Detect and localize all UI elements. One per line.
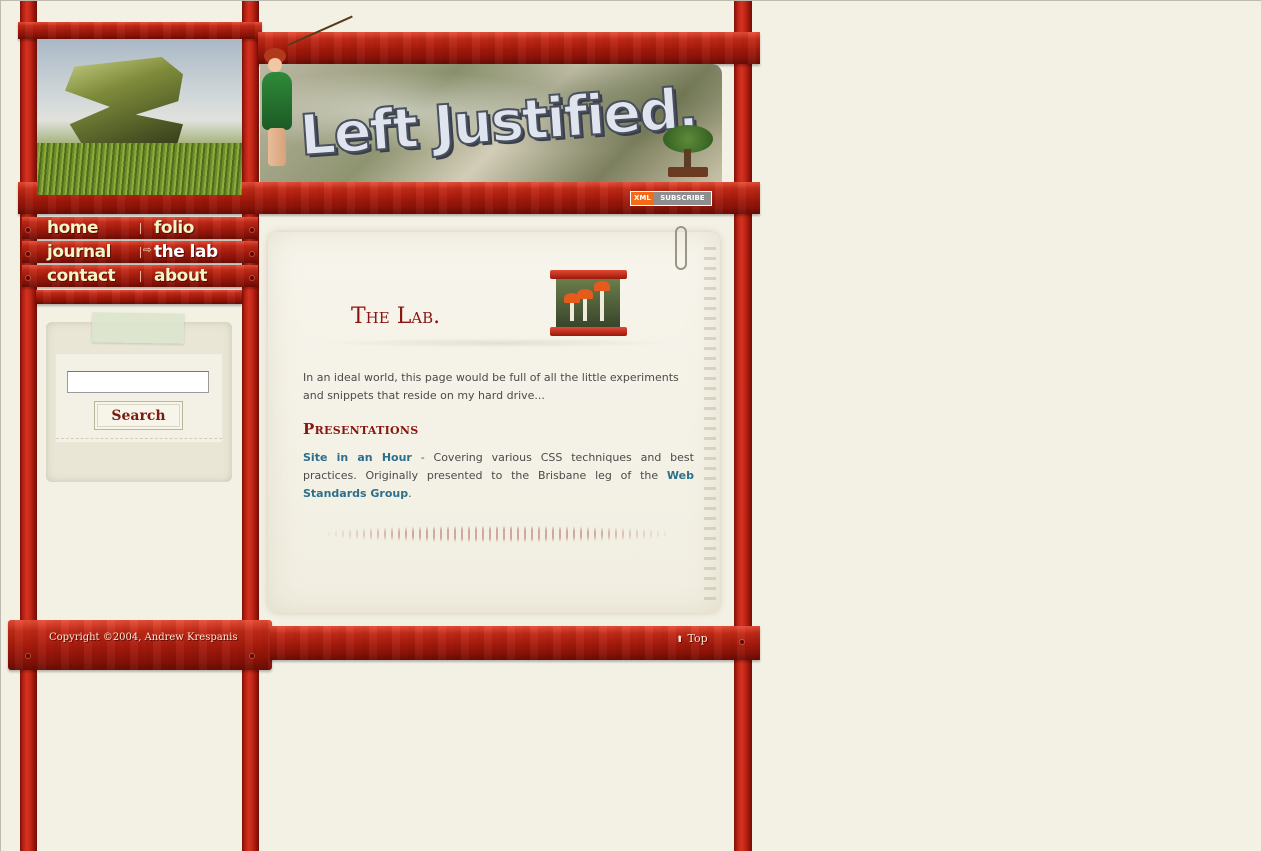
mushroom-stem [600,287,604,321]
left-post-outer [20,0,37,851]
nav-home[interactable]: home [47,218,99,238]
mushroom-frame-icon [550,270,627,336]
search-button[interactable]: Search [94,401,183,430]
grass [37,143,242,195]
entry-end: . [408,487,412,500]
nav-contact[interactable]: contact [47,266,116,286]
nav-folio[interactable]: folio [154,218,194,238]
mushroom-cap [577,289,593,299]
nail [250,654,254,658]
presentation-entry: Site in an Hour - Covering various CSS t… [303,449,694,503]
title-underline [318,338,678,348]
nail [26,654,30,658]
nail [740,640,744,644]
subscribe-label: SUBSCRIBE [653,192,711,205]
nav-journal[interactable]: journal [47,242,111,262]
header-photo [37,39,242,195]
rss-xml-badge[interactable]: XML SUBSCRIBE [630,191,712,206]
nav-plank-4 [36,290,242,304]
frame-bottom-bar [550,327,627,336]
pinup-dress [262,72,292,130]
nav-row-3: contact about [22,265,258,287]
top-label: Top [687,632,708,645]
dashed-divider [56,438,222,440]
section-heading-presentations: Presentations [303,420,419,438]
nav-separator [140,271,141,282]
paper-torn-edge [704,240,716,605]
nav-row-2: journal ⇨ the lab [22,241,258,263]
nav-row-1: home folio [22,217,258,239]
bonsai-pot [668,167,708,177]
intro-text: In an ideal world, this page would be fu… [303,371,679,402]
frame-top-bar [550,270,627,279]
nav-separator [140,223,141,234]
nav-separator [140,247,141,258]
copyright-text: Copyright ©2004, Andrew Krespanis [49,632,238,643]
bonsai-trunk [684,149,691,169]
nav-the-lab[interactable]: the lab [154,242,218,262]
nav-about[interactable]: about [154,266,208,286]
top-left-plank [18,22,262,39]
footer-plank-left [8,620,272,670]
arrow-up-icon: ⬆ [676,635,684,645]
right-post [734,0,752,851]
pinup-legs [268,128,286,166]
frame-glass [556,279,620,327]
paperclip-icon [675,226,687,270]
search-input[interactable] [67,371,209,393]
arrow-right-icon: ⇨ [143,245,152,256]
header-top-plank [258,32,760,64]
stapler-sculpture [65,57,183,152]
xml-label: XML [631,192,654,205]
decorative-divider [328,526,668,542]
site-in-an-hour-link[interactable]: Site in an Hour [303,451,412,464]
pinup-head [268,58,282,72]
left-post-inner [242,0,259,851]
back-to-top-link[interactable]: ⬆ Top [676,632,708,645]
tape-strip [91,312,185,344]
mushroom-cap [594,281,610,291]
bonsai-tree [658,125,718,180]
page-title: The Lab. [351,304,441,329]
